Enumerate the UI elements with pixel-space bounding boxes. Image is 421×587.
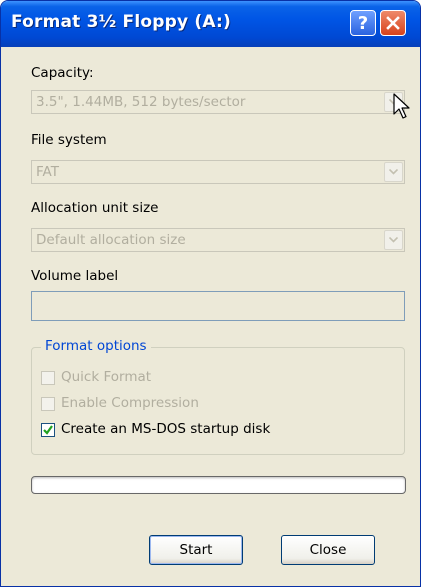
format-dialog: Format 3½ Floppy (A:) ? Capacity: 3.5", … — [0, 0, 421, 587]
format-progress-bar — [31, 476, 406, 494]
enable-compression-label[interactable]: Enable Compression — [61, 395, 199, 411]
capacity-select[interactable]: 3.5", 1.44MB, 512 bytes/sector — [31, 90, 405, 114]
window-title: Format 3½ Floppy (A:) — [11, 12, 232, 32]
volume-label-input[interactable] — [31, 291, 405, 321]
help-button[interactable]: ? — [350, 10, 376, 36]
allocation-select[interactable]: Default allocation size — [31, 228, 405, 252]
allocation-dropdown-button[interactable] — [384, 230, 403, 250]
capacity-label: Capacity: — [31, 65, 94, 81]
start-button[interactable]: Start — [149, 535, 243, 565]
close-x-icon — [386, 16, 400, 30]
msdos-startup-label[interactable]: Create an MS-DOS startup disk — [61, 421, 270, 437]
allocation-value: Default allocation size — [36, 232, 186, 248]
question-mark-icon: ? — [357, 12, 369, 34]
volume-label-caption: Volume label — [31, 268, 119, 284]
file-system-label: File system — [31, 132, 107, 148]
close-button[interactable]: Close — [281, 535, 375, 565]
quick-format-label[interactable]: Quick Format — [61, 369, 151, 385]
file-system-dropdown-button[interactable] — [384, 162, 403, 182]
title-bar[interactable]: Format 3½ Floppy (A:) ? — [1, 1, 420, 47]
file-system-select[interactable]: FAT — [31, 160, 405, 184]
capacity-value: 3.5", 1.44MB, 512 bytes/sector — [36, 94, 246, 110]
allocation-label: Allocation unit size — [31, 200, 159, 216]
file-system-value: FAT — [36, 164, 59, 180]
chevron-down-icon — [389, 169, 398, 175]
chevron-down-icon — [389, 237, 398, 243]
mouse-cursor-icon — [393, 93, 410, 119]
enable-compression-checkbox[interactable] — [41, 397, 55, 411]
dialog-body: Capacity: 3.5", 1.44MB, 512 bytes/sector… — [4, 47, 417, 585]
quick-format-checkbox[interactable] — [41, 371, 55, 385]
msdos-startup-checkbox[interactable] — [41, 423, 55, 437]
close-window-button[interactable] — [380, 10, 406, 36]
format-options-label: Format options — [41, 338, 151, 354]
checkmark-icon — [43, 425, 53, 435]
